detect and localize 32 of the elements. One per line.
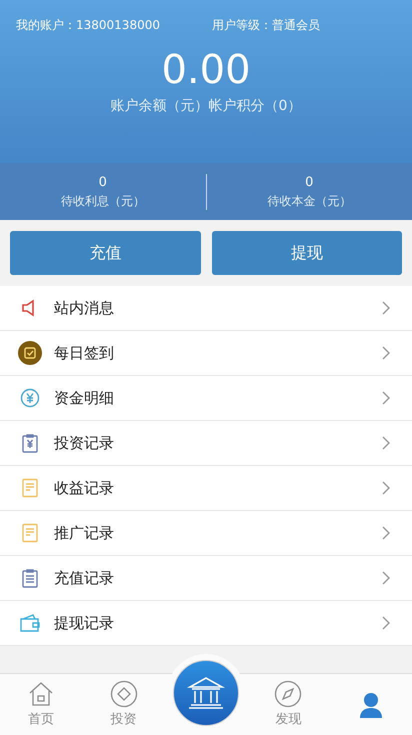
chevron-icon [382,481,390,495]
chevron-icon [382,391,390,405]
menu-label: 每日签到 [54,342,115,364]
action-button[interactable]: 提现 [212,231,402,275]
menu-icon [18,341,42,365]
action-button[interactable]: 充值 [10,231,200,275]
menu-label: 收益记录 [54,478,115,499]
bank-icon [187,676,226,710]
chevron-icon [382,346,390,360]
stat-value: 0 [98,174,107,192]
balance-amount: 0.00 [161,46,251,94]
chevron-icon [382,526,390,540]
menu-icon [18,613,42,633]
chevron-icon [382,301,390,315]
menu-label: 资金明细 [54,388,115,409]
menu-label: 推广记录 [54,522,115,544]
stat-label: 待收本金（元） [267,192,352,210]
user-level: 用户等级：普通会员 [212,17,320,34]
balance-caption: 账户余额（元）帐户积分（0） [110,97,302,116]
chevron-icon [382,571,390,585]
menu-label: 充值记录 [54,568,115,589]
account-number: 我的账户：13800138000 [16,17,160,34]
menu-label: 站内消息 [54,298,115,319]
menu-icon [18,388,42,408]
menu-label: 投资记录 [54,432,115,454]
chevron-icon [382,616,390,630]
nav-icon [274,680,302,708]
stat-label: 待收利息（元） [60,192,145,210]
stat-value: 0 [305,174,314,192]
chevron-icon [382,436,390,450]
menu-label: 提现记录 [54,612,115,634]
nav-icon [110,680,138,708]
